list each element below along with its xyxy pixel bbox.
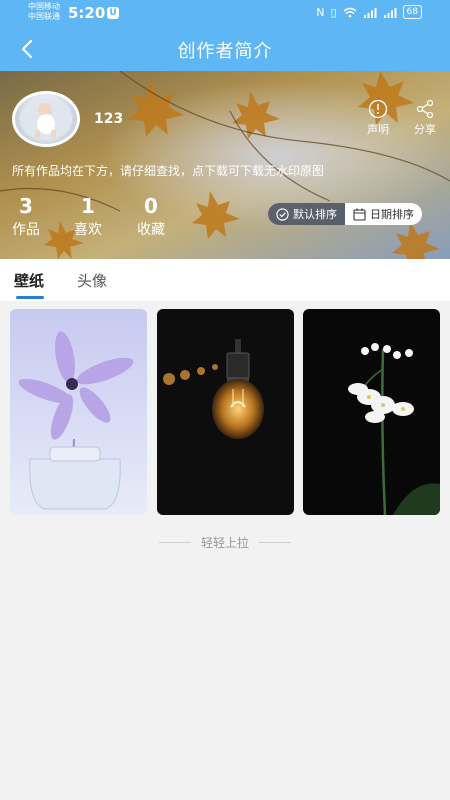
- stat-likes-label: 喜欢: [74, 222, 102, 238]
- hint-divider-right: [259, 542, 291, 543]
- signal-icon-2: [383, 7, 397, 18]
- tab-avatar[interactable]: 头像: [77, 270, 107, 291]
- share-icon: [416, 99, 434, 119]
- status-time: 5:20: [68, 4, 106, 22]
- hint-divider-left: [158, 542, 191, 543]
- pull-up-hint: 轻轻上拉: [0, 534, 450, 551]
- stat-likes[interactable]: 1 喜欢: [74, 195, 102, 239]
- avatar[interactable]: [12, 91, 80, 147]
- sort-default-button[interactable]: 默认排序: [268, 203, 345, 225]
- stat-favorites[interactable]: 0 收藏: [137, 195, 165, 239]
- status-bar: 中国移动 中国联通 5:20 U N ▯ 68: [0, 0, 450, 26]
- white-flowers-image: [303, 309, 440, 515]
- stat-works-label: 作品: [12, 222, 40, 238]
- carrier-2: 中国联通: [28, 12, 60, 21]
- gallery-item-white-flowers[interactable]: [303, 309, 440, 515]
- baby-photo: [20, 98, 72, 140]
- nfc-icon: N: [316, 5, 325, 19]
- stat-works-value: 3: [19, 194, 33, 218]
- statement-button[interactable]: 声明: [358, 99, 398, 137]
- light-bulb-image: [157, 309, 294, 515]
- statement-label: 声明: [367, 123, 389, 136]
- stat-likes-value: 1: [81, 194, 95, 218]
- battery-indicator: 68: [402, 5, 422, 19]
- wallpaper-grid: [0, 301, 450, 531]
- download-notice: 所有作品均在下方，请仔细查找，点下载可下载无水印原图: [12, 164, 325, 178]
- tab-wallpaper[interactable]: 壁纸: [14, 270, 44, 291]
- stat-favorites-label: 收藏: [137, 222, 165, 238]
- nav-bar: 创作者简介: [0, 26, 450, 71]
- stat-favorites-value: 0: [144, 194, 158, 218]
- flower-vase-image: [10, 309, 147, 515]
- gallery-item-bulb[interactable]: [157, 309, 294, 515]
- sort-date-label: 日期排序: [370, 208, 414, 221]
- stat-works[interactable]: 3 作品: [12, 195, 40, 239]
- gallery-item-flower[interactable]: [10, 309, 147, 515]
- calendar-icon: [353, 208, 366, 221]
- tab-indicator: [16, 296, 44, 299]
- page-title: 创作者简介: [177, 41, 273, 62]
- status-icons: N ▯ 68: [316, 5, 422, 19]
- profile-banner: 123 声明 分享 所有作品均在下方，请仔细查找，点下载可下载无水印原图 3 作…: [0, 71, 450, 259]
- pull-up-hint-text: 轻轻上拉: [200, 536, 249, 550]
- app-notification-icon: U: [107, 7, 119, 19]
- wifi-icon: [343, 7, 357, 17]
- share-label: 分享: [414, 123, 436, 136]
- signal-icon-1: [363, 7, 377, 18]
- sort-date-button[interactable]: 日期排序: [345, 203, 422, 225]
- vibrate-icon: ▯: [330, 5, 337, 19]
- check-circle-icon: [276, 207, 289, 221]
- sort-toggle: 默认排序 日期排序: [268, 203, 422, 225]
- share-button[interactable]: 分享: [405, 99, 445, 137]
- content-tabs: 壁纸 头像: [0, 259, 450, 301]
- username: 123: [94, 111, 124, 127]
- carrier-info: 中国移动 中国联通: [28, 2, 60, 22]
- info-icon: [368, 99, 388, 119]
- sort-default-label: 默认排序: [293, 208, 337, 221]
- carrier-1: 中国移动: [28, 2, 60, 11]
